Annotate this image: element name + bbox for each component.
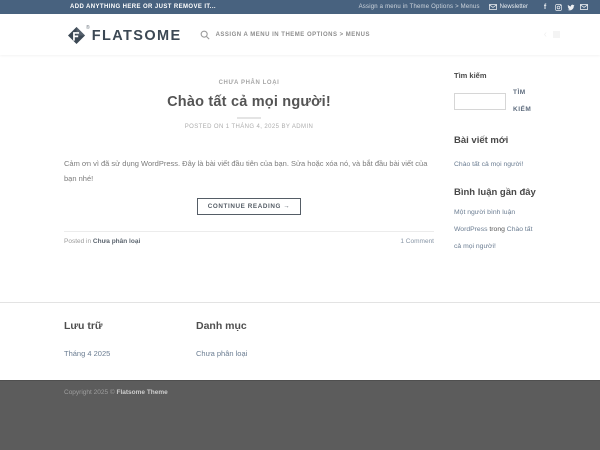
recent-comments-title: Bình luận gần đây	[454, 187, 536, 199]
footer-columns: Lưu trữ Tháng 4 2025 Danh mục Chưa phân …	[56, 320, 544, 361]
topbar-assign-menu-link[interactable]: Assign a menu in Theme Options > Menus	[359, 4, 480, 10]
post-title: Chào tất cả mọi người!	[64, 94, 434, 110]
archives-title: Lưu trữ	[64, 320, 196, 332]
post-category: CHƯA PHÂN LOẠI	[64, 71, 434, 89]
copyright: Copyright 2025 © Flatsome Theme	[64, 389, 536, 396]
flatsome-logo-icon	[68, 27, 85, 44]
email-icon[interactable]	[580, 3, 588, 11]
footer-archives-column: Lưu trữ Tháng 4 2025	[64, 320, 196, 361]
continue-reading-wrap: CONTINUE READING →	[64, 195, 434, 215]
decor-box-icon	[553, 31, 560, 38]
instagram-icon[interactable]	[554, 3, 562, 11]
absolute-footer: Copyright 2025 © Flatsome Theme	[0, 380, 600, 450]
footer-widgets: Lưu trữ Tháng 4 2025 Danh mục Chưa phân …	[0, 302, 600, 380]
recent-post-link[interactable]: Chào tất cả mọi người!	[454, 161, 523, 168]
header-menu-hint: ASSIGN A MENU IN THEME OPTIONS > MENUS	[216, 32, 370, 38]
newsletter-link[interactable]: Newsletter	[489, 4, 528, 10]
facebook-icon[interactable]: f	[541, 3, 549, 11]
post-excerpt: Cảm ơn vì đã sử dụng WordPress. Đây là b…	[64, 157, 434, 186]
posted-in: Posted in Chưa phân loại	[64, 238, 140, 245]
post-footer-row: Posted in Chưa phân loại 1 Comment	[64, 231, 434, 245]
category-link[interactable]: Chưa phân loại	[196, 349, 247, 358]
topbar-message: ADD ANYTHING HERE OR JUST REMOVE IT...	[70, 4, 216, 10]
header-right-decor: ‹	[544, 29, 560, 40]
chevron-left-icon: ‹	[544, 29, 547, 40]
by-label: BY	[281, 124, 290, 130]
comments-link[interactable]: 1 Comment	[400, 238, 434, 245]
recent-posts-title: Bài viết mới	[454, 135, 536, 147]
search-widget-title: Tìm kiếm	[454, 71, 536, 80]
post-category-link[interactable]: CHƯA PHÂN LOẠI	[219, 80, 280, 86]
main-content: CHƯA PHÂN LOẠI Chào tất cả mọi người! PO…	[56, 55, 544, 302]
post-author-link[interactable]: ADMIN	[292, 124, 313, 130]
blog-post: CHƯA PHÂN LOẠI Chào tất cả mọi người! PO…	[64, 71, 434, 302]
page: ADD ANYTHING HERE OR JUST REMOVE IT... A…	[0, 0, 600, 450]
copyright-prefix: Copyright 2025 ©	[64, 389, 117, 396]
newsletter-label: Newsletter	[500, 4, 528, 10]
twitter-icon[interactable]	[567, 3, 575, 11]
comment-connector: trong	[489, 226, 505, 233]
posted-in-category-link[interactable]: Chưa phân loại	[93, 238, 140, 245]
posted-on-label: POSTED ON	[185, 124, 224, 130]
copyright-brand: Flatsome Theme	[117, 389, 168, 396]
title-divider	[237, 117, 261, 119]
search-widget: Tìm kiếm TÌM KIẾM	[454, 71, 536, 119]
envelope-icon	[489, 4, 497, 10]
post-date-link[interactable]: 1 THÁNG 4, 2025	[226, 124, 280, 130]
search-icon	[200, 30, 210, 40]
header-search-link[interactable]: ASSIGN A MENU IN THEME OPTIONS > MENUS	[200, 30, 370, 40]
social-icons: f	[541, 3, 588, 11]
logo-text: FLATSOME	[92, 28, 182, 44]
categories-title: Danh mục	[196, 320, 328, 332]
recent-posts-widget: Bài viết mới Chào tất cả mọi người!	[454, 135, 536, 171]
sidebar-search-input[interactable]	[454, 93, 506, 110]
topbar: ADD ANYTHING HERE OR JUST REMOVE IT... A…	[0, 0, 600, 14]
sidebar: Tìm kiếm TÌM KIẾM Bài viết mới Chào tất …	[454, 71, 536, 302]
continue-reading-button[interactable]: CONTINUE READING →	[197, 198, 302, 215]
footer-categories-column: Danh mục Chưa phân loại	[196, 320, 328, 361]
site-header: ® FLATSOME ASSIGN A MENU IN THEME OPTION…	[0, 14, 600, 55]
sidebar-search-button[interactable]: TÌM KIẾM	[506, 85, 536, 119]
topbar-right: Assign a menu in Theme Options > Menus N…	[359, 3, 588, 11]
post-meta: POSTED ON 1 THÁNG 4, 2025 BY ADMIN	[64, 124, 434, 130]
logo-link[interactable]: ® FLATSOME	[68, 25, 182, 44]
posted-in-label: Posted in	[64, 238, 91, 245]
recent-comment-item: Một người bình luận WordPress trong Chào…	[454, 205, 536, 256]
recent-comments-widget: Bình luận gần đây Một người bình luận Wo…	[454, 187, 536, 256]
archive-month-link[interactable]: Tháng 4 2025	[64, 349, 110, 358]
search-row: TÌM KIẾM	[454, 85, 536, 119]
registered-mark: ®	[86, 25, 90, 31]
